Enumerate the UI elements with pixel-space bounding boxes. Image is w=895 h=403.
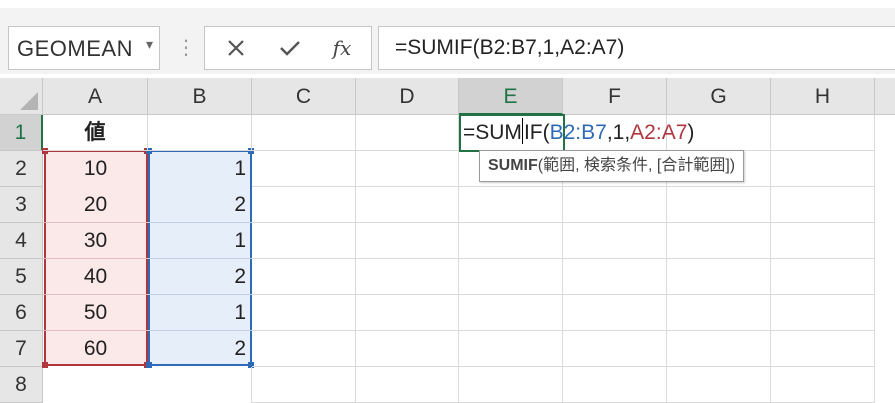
cancel-button[interactable]	[211, 27, 261, 69]
cell-h1[interactable]	[771, 115, 875, 151]
cell-b6[interactable]: 1	[148, 295, 252, 331]
cell-a2[interactable]: 10	[43, 151, 148, 187]
select-all-icon	[20, 92, 38, 110]
column-header-d[interactable]: D	[356, 78, 459, 115]
tooltip-arguments: (範囲, 検索条件, [合計範囲])	[537, 157, 736, 174]
row-header-5[interactable]: 5	[0, 259, 43, 295]
function-tooltip[interactable]: SUMIF(範囲, 検索条件, [合計範囲])	[479, 150, 745, 182]
column-header-a[interactable]: A	[43, 78, 148, 115]
row-header-7[interactable]: 7	[0, 331, 43, 367]
close-icon	[228, 40, 244, 56]
drag-handle-icon[interactable]: ⋮	[176, 30, 196, 66]
column-f-cells[interactable]	[563, 151, 667, 403]
column-header-overflow[interactable]	[875, 78, 895, 115]
formula-buttons: fx	[204, 26, 372, 70]
check-icon	[280, 41, 300, 56]
edit-text-mid: ,1,	[606, 121, 631, 144]
row-header-4[interactable]: 4	[0, 223, 43, 259]
column-e-cells[interactable]	[459, 151, 563, 403]
cell-b2[interactable]: 1	[148, 151, 252, 187]
cell-b1[interactable]	[148, 115, 252, 151]
name-box-value: GEOMEAN	[17, 36, 133, 61]
edit-text-part2: IF(	[523, 121, 550, 144]
column-header-f[interactable]: F	[563, 78, 667, 115]
cell-a5[interactable]: 40	[43, 259, 148, 295]
row-header-1[interactable]: 1	[0, 115, 43, 151]
column-header-g[interactable]: G	[667, 78, 771, 115]
edit-text-end: )	[687, 121, 695, 144]
row-header-2[interactable]: 2	[0, 151, 43, 187]
row-8-cells[interactable]	[43, 367, 252, 403]
column-c-cells[interactable]	[252, 151, 356, 403]
row-header-6[interactable]: 6	[0, 295, 43, 331]
cell-a3[interactable]: 20	[43, 187, 148, 223]
formula-bar: GEOMEAN ▾ ⋮ fx =SUMIF(B2:B7,1,A2:A7)	[0, 8, 895, 74]
enter-button[interactable]	[265, 27, 315, 69]
column-header-b[interactable]: B	[148, 78, 252, 115]
worksheet-grid[interactable]: A B C D E F G H 1 2 3 4 5 6 7 8 値 10 20 …	[0, 74, 895, 403]
row-header-3[interactable]: 3	[0, 187, 43, 223]
column-h-cells[interactable]	[771, 151, 875, 403]
select-all-button[interactable]	[0, 78, 43, 115]
formula-text: =SUMIF(B2:B7,1,A2:A7)	[395, 36, 625, 59]
cell-b3[interactable]: 2	[148, 187, 252, 223]
cell-a7[interactable]: 60	[43, 331, 148, 367]
cell-a6[interactable]: 50	[43, 295, 148, 331]
edit-ref-b: B2:B7	[549, 121, 607, 144]
column-g-cells[interactable]	[667, 151, 771, 403]
cell-a1[interactable]: 値	[43, 115, 148, 151]
cell-b7[interactable]: 2	[148, 331, 252, 367]
column-header-e[interactable]: E	[459, 78, 563, 115]
row-header-8[interactable]: 8	[0, 367, 43, 403]
tooltip-function-name[interactable]: SUMIF	[488, 157, 538, 174]
column-d-cells[interactable]	[356, 151, 459, 403]
chevron-down-icon[interactable]: ▾	[146, 36, 153, 53]
name-box[interactable]: GEOMEAN ▾	[8, 26, 160, 70]
cell-d1[interactable]	[356, 115, 459, 151]
edit-text-part1: =SUM	[463, 121, 522, 144]
formula-input[interactable]: =SUMIF(B2:B7,1,A2:A7)	[378, 26, 895, 70]
cell-edit-text[interactable]: =SUMIF(B2:B7,1,A2:A7)	[463, 116, 694, 150]
cell-b4[interactable]: 1	[148, 223, 252, 259]
cell-b5[interactable]: 2	[148, 259, 252, 295]
column-header-c[interactable]: C	[252, 78, 356, 115]
column-header-h[interactable]: H	[771, 78, 875, 115]
cell-c1[interactable]	[252, 115, 356, 151]
cell-a4[interactable]: 30	[43, 223, 148, 259]
insert-function-button[interactable]: fx	[317, 27, 367, 69]
edit-ref-a: A2:A7	[630, 121, 688, 144]
